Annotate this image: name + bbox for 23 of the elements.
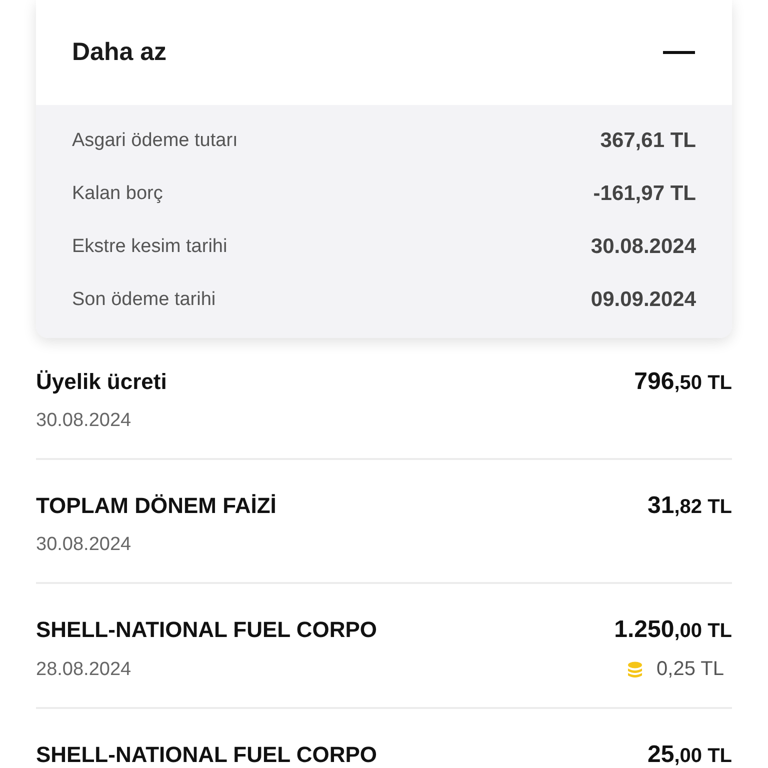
- transaction-title: SHELL-NATIONAL FUEL CORPO: [36, 617, 378, 643]
- transaction-date: 30.08.2024: [36, 410, 132, 432]
- detail-value: 30.08.2024: [590, 234, 696, 258]
- transaction-title: TOPLAM DÖNEM FAİZİ: [36, 493, 278, 519]
- detail-label: Kalan borç: [72, 182, 163, 204]
- transaction-amount: 796,50 TL: [634, 368, 732, 396]
- detail-label: Son ödeme tarihi: [72, 288, 216, 310]
- detail-value: 09.09.2024: [590, 288, 696, 312]
- minus-icon: [663, 51, 695, 54]
- transaction-title: Üyelik ücreti: [36, 369, 168, 395]
- transaction-title: SHELL-NATIONAL FUEL CORPO: [36, 742, 378, 768]
- points-amount: 0,25 TL: [656, 658, 724, 681]
- transaction-date: 30.08.2024: [36, 534, 132, 556]
- transaction-amount: 31,82 TL: [648, 492, 732, 520]
- detail-value: -161,97 TL: [593, 182, 696, 206]
- detail-value: 367,61 TL: [600, 128, 696, 152]
- coins-icon: [626, 660, 643, 678]
- card-title: Daha az: [72, 38, 166, 67]
- detail-label: Ekstre kesim tarihi: [72, 236, 228, 258]
- transaction-amount: 1.250,00 TL: [614, 616, 732, 644]
- transaction-amount: 25,00 TL: [648, 741, 732, 768]
- transaction-date: 28.08.2024: [36, 658, 132, 680]
- detail-label: Asgari ödeme tutarı: [72, 130, 238, 152]
